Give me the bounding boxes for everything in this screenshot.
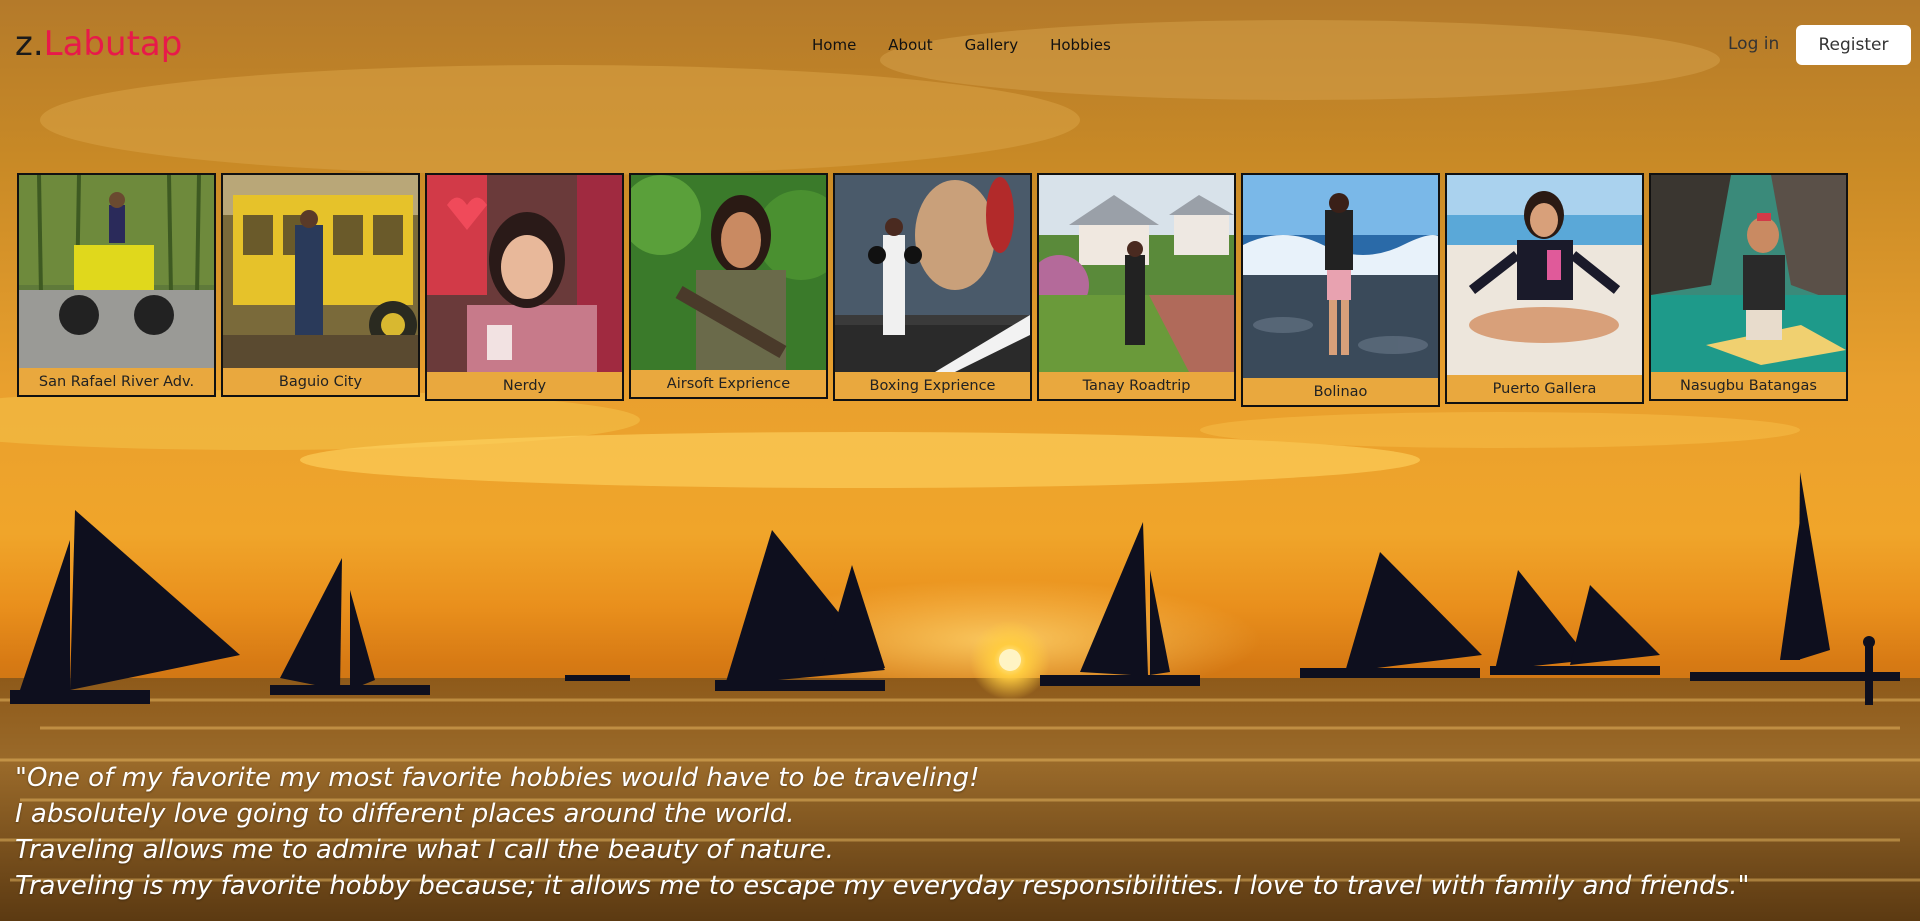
photo-airsoft xyxy=(631,175,826,370)
gallery-caption: Tanay Roadtrip xyxy=(1039,372,1234,399)
gallery-card-san-rafael[interactable]: San Rafael River Adv. xyxy=(17,173,216,397)
nav-hobbies[interactable]: Hobbies xyxy=(1050,36,1111,54)
photo-yellow-jeep xyxy=(223,175,418,368)
gallery-card-airsoft[interactable]: Airsoft Exprience xyxy=(629,173,828,399)
logo-prefix: z. xyxy=(15,24,44,64)
gallery-caption: Boxing Exprience xyxy=(835,372,1030,399)
gallery-caption: Nasugbu Batangas xyxy=(1651,372,1846,399)
gallery-card-boxing[interactable]: Boxing Exprience xyxy=(833,173,1032,401)
gallery-caption: Airsoft Exprience xyxy=(631,370,826,397)
gallery-card-nasugbu[interactable]: Nasugbu Batangas xyxy=(1649,173,1848,401)
gallery-caption: Puerto Gallera xyxy=(1447,375,1642,402)
gallery-caption: Baguio City xyxy=(223,368,418,395)
photo-houses xyxy=(1039,175,1234,372)
gallery-card-bolinao[interactable]: Bolinao xyxy=(1241,173,1440,407)
gallery-card-baguio[interactable]: Baguio City xyxy=(221,173,420,397)
nav-about[interactable]: About xyxy=(888,36,932,54)
main-nav: Home About Gallery Hobbies xyxy=(812,36,1143,54)
gallery-card-tanay[interactable]: Tanay Roadtrip xyxy=(1037,173,1236,401)
quote-line: I absolutely love going to different pla… xyxy=(15,799,795,829)
register-button[interactable]: Register xyxy=(1796,25,1911,65)
gallery-caption: Nerdy xyxy=(427,372,622,399)
gallery-card-puerto-galera[interactable]: Puerto Gallera xyxy=(1445,173,1644,404)
photo-cafe xyxy=(427,175,622,372)
quote-line: Traveling allows me to admire what I cal… xyxy=(15,835,834,865)
gallery-card-nerdy[interactable]: Nerdy xyxy=(425,173,624,401)
quote-line: Traveling is my favorite hobby because; … xyxy=(15,871,1750,901)
photo-beach-sitting xyxy=(1447,175,1642,375)
gallery-caption: San Rafael River Adv. xyxy=(19,368,214,395)
login-link[interactable]: Log in xyxy=(1728,34,1779,54)
gallery-caption: Bolinao xyxy=(1243,378,1438,405)
photo-atv-bamboo xyxy=(19,175,214,368)
nav-gallery[interactable]: Gallery xyxy=(965,36,1018,54)
site-logo[interactable]: z.Labutap xyxy=(15,24,182,64)
photo-cove-boat xyxy=(1651,175,1846,372)
photo-boxing-mural xyxy=(835,175,1030,372)
travel-quote: "One of my favorite my most favorite hob… xyxy=(15,760,1895,904)
nav-home[interactable]: Home xyxy=(812,36,856,54)
site-header: z.Labutap Home About Gallery Hobbies Log… xyxy=(0,0,1920,92)
photo-sea-waves xyxy=(1243,175,1438,378)
logo-name: Labutap xyxy=(43,24,183,64)
quote-line: "One of my favorite my most favorite hob… xyxy=(15,763,980,793)
